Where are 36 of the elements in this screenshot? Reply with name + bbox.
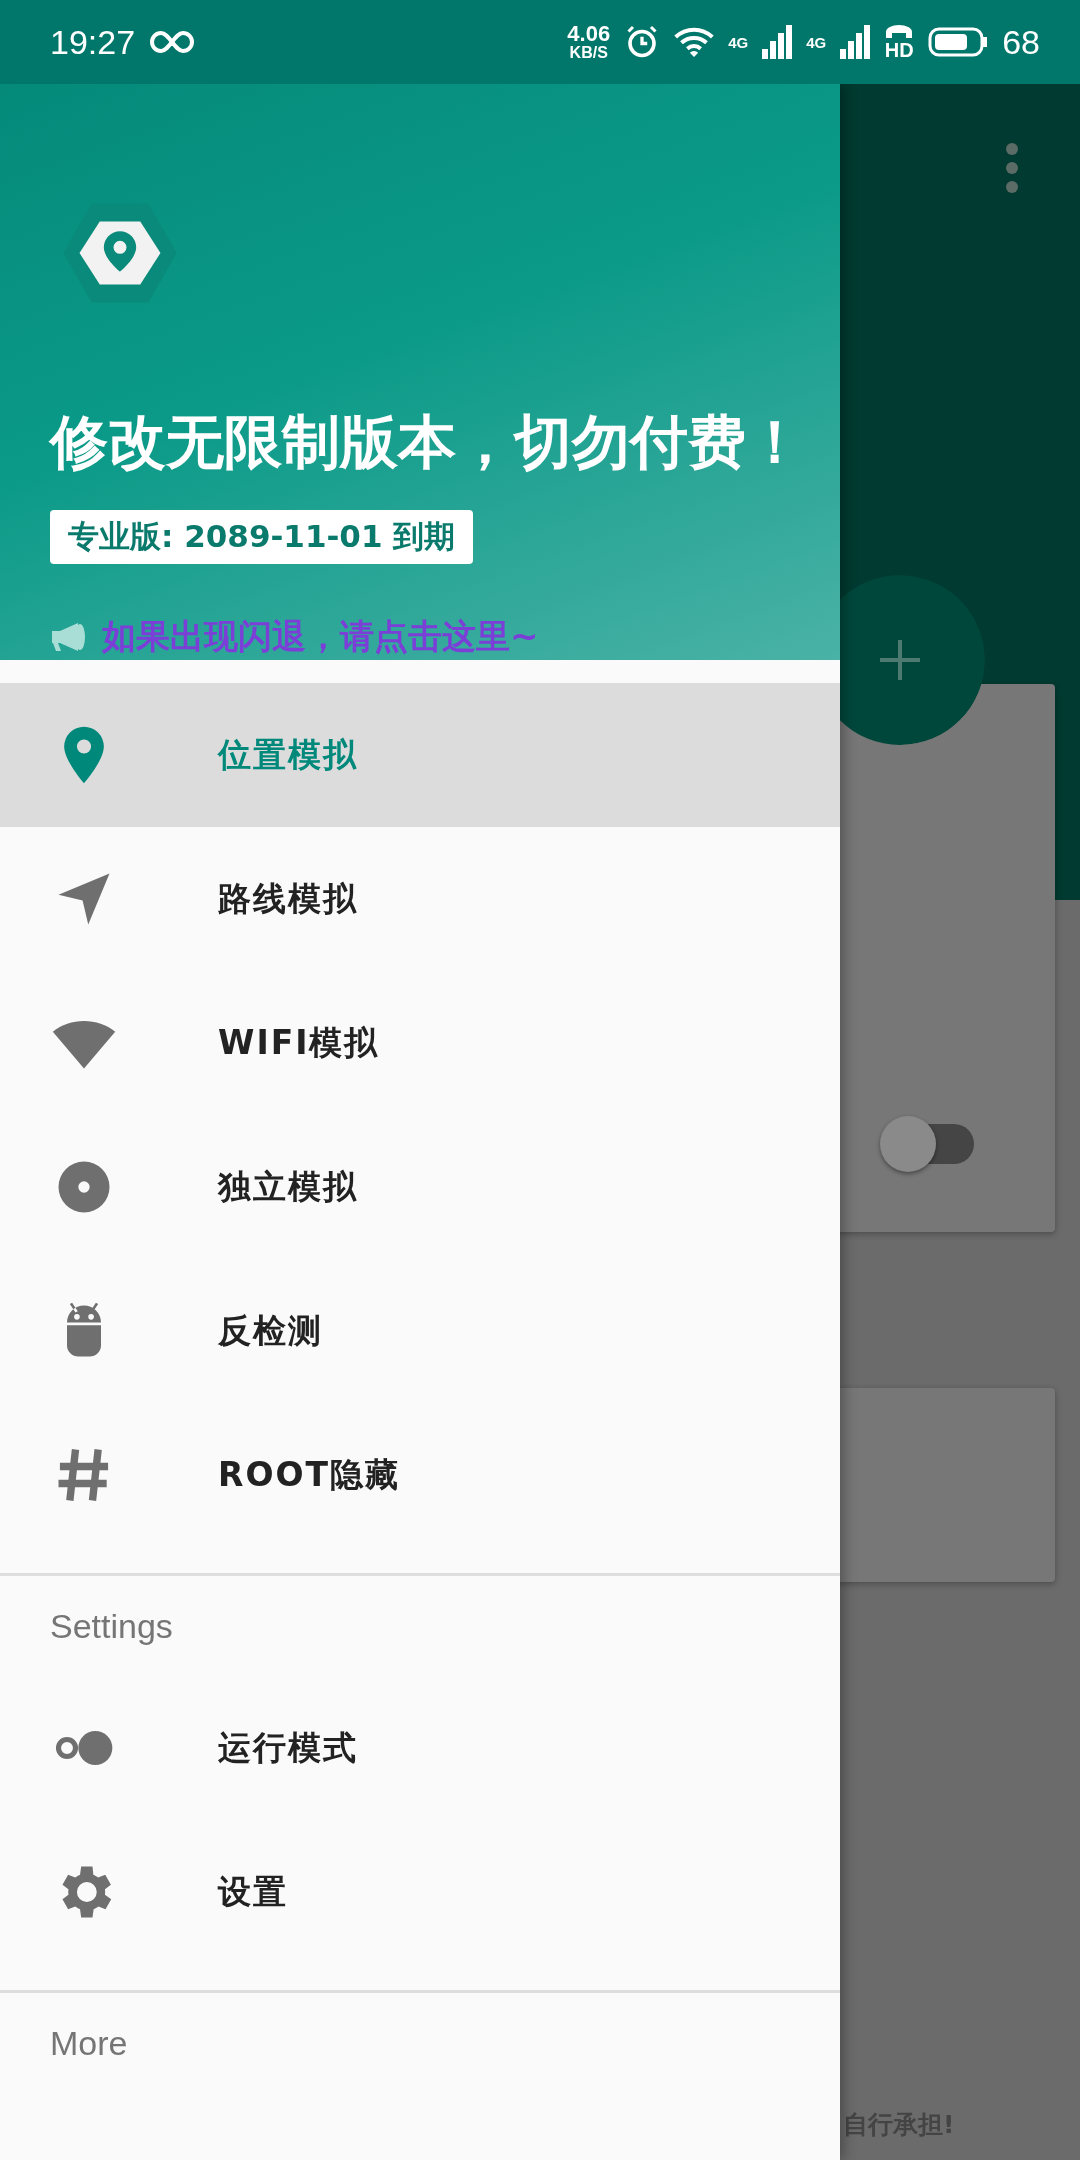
header-title: 修改无限制版本，切勿付费！: [50, 407, 805, 478]
menu-item[interactable]: WIFI模拟: [0, 971, 840, 1115]
menu-item[interactable]: 独立模拟: [0, 1115, 840, 1259]
megaphone-icon: [50, 621, 88, 653]
menu-item-label: ROOT隐藏: [218, 1453, 401, 1496]
menu-item-label: 运行模式: [218, 1726, 358, 1769]
subscription-badge: 专业版: 2089-11-01 到期: [50, 510, 474, 564]
menu-item[interactable]: 路线模拟: [0, 827, 840, 971]
network-speed-unit: KB/S: [569, 45, 608, 61]
menu-item-label: 独立模拟: [218, 1165, 358, 1208]
overflow-menu-icon[interactable]: [1005, 142, 1019, 194]
call-quality-label: HD: [884, 40, 914, 60]
signal-bars-icon: [840, 25, 871, 59]
section-heading: Settings: [49, 1605, 174, 1647]
menu-item[interactable]: ROOT隐藏: [0, 1403, 840, 1547]
network-type: 4G: [728, 34, 749, 50]
network-speed: 4.06: [567, 23, 611, 45]
toggle-switch[interactable]: [880, 1116, 974, 1172]
network-type: 4G: [806, 34, 827, 50]
menu-item-label: 路线模拟: [218, 877, 358, 920]
battery-icon: [928, 27, 989, 57]
menu-item-label: 设置: [218, 1870, 288, 1913]
clock-time: 19:27: [50, 22, 136, 62]
signal-bars-icon: [762, 25, 793, 59]
menu-item-label: 位置模拟: [218, 733, 358, 776]
phone-icon: [884, 24, 915, 40]
plus-icon: [878, 638, 922, 682]
infinity-icon: [149, 29, 196, 55]
menu-item-label: 反检测: [218, 1309, 323, 1352]
menu-item-label: WIFI模拟: [218, 1021, 380, 1064]
wifi-signal-icon: [674, 25, 715, 59]
section-heading: More: [49, 2022, 129, 2064]
battery-level: 68: [1002, 22, 1040, 62]
menu-item[interactable]: 设置: [0, 1820, 840, 1964]
menu-item[interactable]: 运行模式: [0, 1676, 840, 1820]
menu-item[interactable]: 反检测: [0, 1259, 840, 1403]
